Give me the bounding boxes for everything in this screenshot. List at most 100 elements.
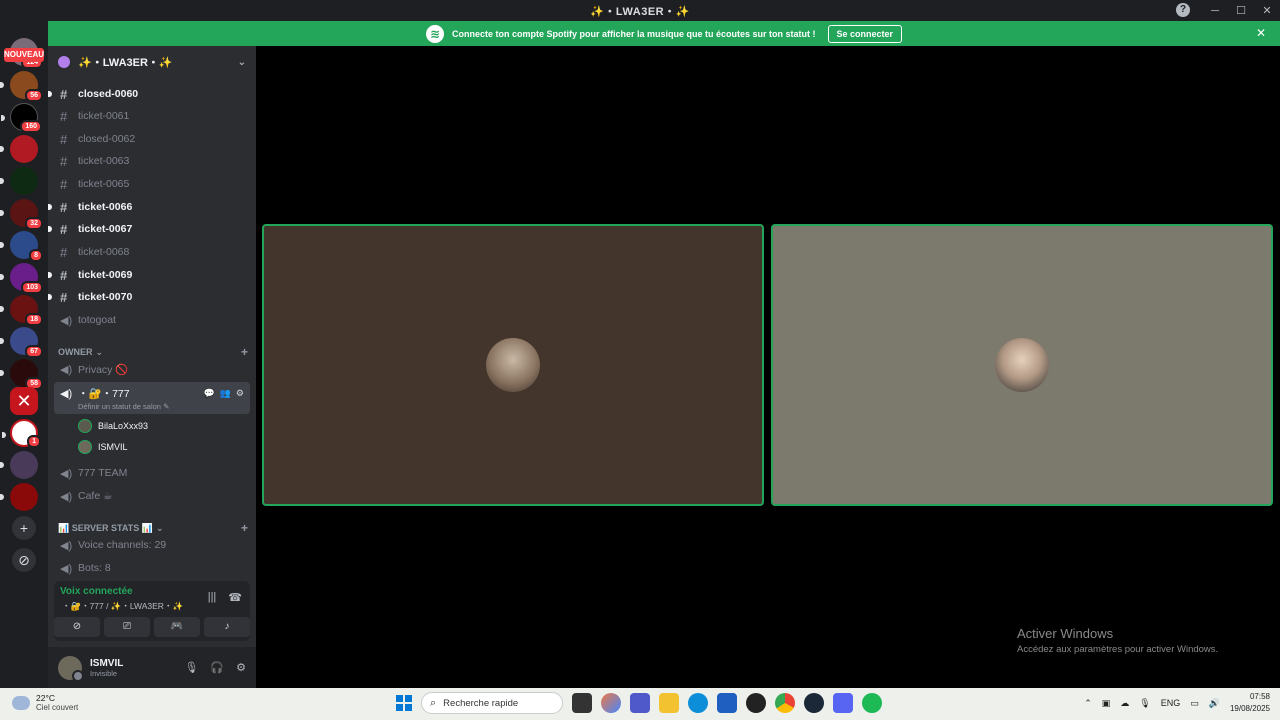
- channel-item[interactable]: ◀) totogoat: [54, 310, 250, 330]
- clock[interactable]: 07:58 19/08/2025: [1230, 691, 1270, 715]
- channel-item[interactable]: # closed-0062: [54, 129, 250, 149]
- server-icon[interactable]: [0, 451, 38, 479]
- gear-icon[interactable]: ⚙: [236, 661, 246, 674]
- server-icon[interactable]: 103: [0, 263, 43, 294]
- server-icon[interactable]: 8: [0, 231, 43, 262]
- weather-widget[interactable]: 22°C Ciel couvert: [12, 693, 78, 712]
- video-tile[interactable]: [771, 224, 1273, 506]
- discord-icon[interactable]: [833, 693, 853, 713]
- copilot-icon[interactable]: [601, 693, 621, 713]
- channel-item[interactable]: # ticket-0067: [48, 219, 250, 239]
- channel-item[interactable]: # ticket-0063: [54, 151, 250, 171]
- speaker-icon: ◀): [60, 363, 73, 376]
- guild-header[interactable]: ✨・LWA3ER・✨ ⌄: [48, 46, 256, 78]
- explore-icon[interactable]: ⊘: [12, 548, 36, 572]
- server-icon[interactable]: 1: [2, 419, 41, 448]
- channel-item[interactable]: # ticket-0061: [54, 106, 250, 126]
- unread-dot: [0, 274, 4, 280]
- edge-icon[interactable]: [688, 693, 708, 713]
- add-channel-icon[interactable]: +: [241, 521, 248, 535]
- server-icon[interactable]: 67: [0, 327, 43, 358]
- network-icon[interactable]: ▭: [1190, 698, 1199, 709]
- steam-icon[interactable]: [804, 693, 824, 713]
- stat-bots[interactable]: ◀) Bots: 8: [54, 558, 250, 578]
- search-box[interactable]: ⌕ Recherche rapide: [421, 692, 563, 714]
- voice-channel-privacy[interactable]: ◀) Privacy 🚫: [54, 359, 250, 379]
- server-icon[interactable]: 32: [0, 199, 43, 230]
- chrome-icon[interactable]: [775, 693, 795, 713]
- x-server-icon[interactable]: ✕: [10, 387, 38, 415]
- server-icon[interactable]: 58: [0, 359, 43, 390]
- voice-member[interactable]: BilaLoXxx93: [78, 417, 148, 435]
- server-icon[interactable]: [0, 135, 38, 163]
- user-name[interactable]: ISMVIL: [90, 658, 123, 669]
- invite-icon[interactable]: 👥: [220, 388, 231, 399]
- tray-app-icon[interactable]: ▣: [1102, 698, 1111, 709]
- server-icon[interactable]: [0, 167, 38, 195]
- banner-text: Connecte ton compte Spotify pour affiche…: [451, 28, 816, 39]
- server-icon[interactable]: 56: [0, 71, 43, 102]
- spotify-taskbar-icon[interactable]: [862, 693, 882, 713]
- activity-button[interactable]: 🎮: [154, 617, 200, 637]
- connect-button[interactable]: Se connecter: [827, 24, 903, 43]
- voice-status[interactable]: Voix connectée: [60, 586, 133, 597]
- start-icon[interactable]: [396, 695, 412, 711]
- channel-sidebar: ✨・LWA3ER・✨ ⌄ # closed-0060 # ticket-0061 #…: [48, 46, 256, 688]
- server-icon[interactable]: 18: [0, 295, 43, 326]
- help-icon[interactable]: ?: [1176, 3, 1190, 17]
- channel-item[interactable]: # ticket-0069: [48, 265, 250, 285]
- channel-item[interactable]: # ticket-0065: [54, 174, 250, 194]
- unread-dot: [48, 91, 52, 97]
- close-window-icon[interactable]: ✕: [1254, 4, 1280, 17]
- guild-name: ✨・LWA3ER・✨: [78, 57, 173, 69]
- teams-icon[interactable]: [630, 693, 650, 713]
- close-icon[interactable]: ✕: [1256, 26, 1266, 40]
- store-icon[interactable]: [717, 693, 737, 713]
- activation-title: Activer Windows: [1017, 626, 1114, 641]
- camera-off-button[interactable]: ⊘: [54, 617, 100, 637]
- unread-dot: [0, 494, 4, 500]
- volume-icon[interactable]: 🔊: [1209, 698, 1220, 709]
- mic-tray-icon[interactable]: 🎙: [1139, 698, 1150, 709]
- app-icon[interactable]: [746, 693, 766, 713]
- onedrive-icon[interactable]: ☁: [1120, 698, 1129, 709]
- maximize-icon[interactable]: ☐: [1228, 4, 1254, 17]
- channel-item[interactable]: # ticket-0068: [54, 242, 250, 262]
- speaker-icon: ◀): [60, 314, 73, 327]
- search-icon: ⌕: [430, 696, 437, 709]
- avatar[interactable]: [58, 655, 84, 682]
- file-explorer-icon[interactable]: [659, 693, 679, 713]
- add-server-icon[interactable]: +: [12, 516, 36, 540]
- microphone-icon[interactable]: 🎙: [184, 661, 198, 674]
- channel-item[interactable]: # ticket-0070: [48, 287, 250, 307]
- soundboard-button[interactable]: ♪: [204, 617, 250, 637]
- voice-channel-cafe[interactable]: ◀) Cafe ☕: [54, 486, 250, 506]
- screen-share-button[interactable]: ⎚: [104, 617, 150, 637]
- voice-location[interactable]: ・🔐・777 / ✨・LWA3ER・✨: [62, 600, 183, 612]
- time: 07:58: [1249, 692, 1270, 701]
- language-indicator[interactable]: ENG: [1161, 698, 1181, 708]
- headphones-icon[interactable]: 🎧: [210, 661, 224, 674]
- task-view-icon[interactable]: [572, 693, 592, 713]
- chevron-up-icon[interactable]: ⌃: [1084, 698, 1092, 709]
- server-icon[interactable]: 160: [1, 103, 42, 133]
- server-icon[interactable]: [0, 483, 38, 511]
- chat-icon[interactable]: 💬: [203, 388, 214, 399]
- active-voice-channel[interactable]: ◀) ・🔐・777 💬 👥 ⚙ Définir un statut de sal…: [54, 382, 250, 414]
- channel-status[interactable]: Définir un statut de salon: [78, 402, 161, 411]
- minimize-icon[interactable]: ─: [1202, 5, 1228, 17]
- category-server-stats[interactable]: 📊 SERVER STATS 📊 ⌄ +: [58, 521, 248, 535]
- noise-suppression-icon[interactable]: |||: [208, 591, 217, 604]
- video-tile[interactable]: [262, 224, 764, 506]
- category-owner[interactable]: OWNER ⌄ +: [58, 345, 248, 359]
- voice-channel-team[interactable]: ◀) 777 TEAM: [54, 463, 250, 483]
- gear-icon[interactable]: ⚙: [236, 388, 244, 399]
- channel-item[interactable]: # ticket-0066: [48, 197, 250, 217]
- stat-voice-channels[interactable]: ◀) Voice channels: 29: [54, 535, 250, 555]
- add-channel-icon[interactable]: +: [241, 345, 248, 359]
- hash-icon: #: [60, 153, 68, 169]
- channel-item[interactable]: # closed-0060: [48, 84, 250, 104]
- voice-member[interactable]: ISMVIL: [78, 438, 128, 456]
- cloud-icon: [12, 695, 30, 710]
- disconnect-icon[interactable]: ☎: [228, 591, 242, 604]
